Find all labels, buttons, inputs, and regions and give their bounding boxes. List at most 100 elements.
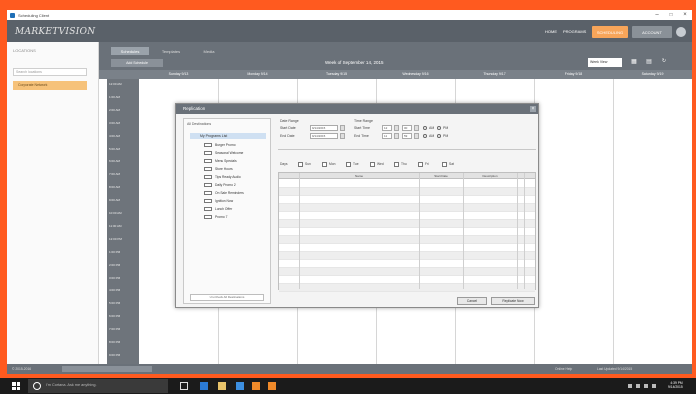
end-hour-input[interactable]: 11 [382, 133, 392, 139]
cancel-button[interactable]: Cancel [457, 297, 487, 305]
dialog-close-icon[interactable]: × [530, 106, 536, 112]
close-icon[interactable]: × [678, 10, 692, 20]
start-date-input[interactable]: 9/14/2015 [310, 125, 338, 131]
tree-item-checkbox[interactable] [204, 207, 212, 211]
location-search-input[interactable]: Search locations [13, 68, 87, 76]
grid-row[interactable] [279, 204, 535, 212]
grid-row[interactable] [279, 284, 535, 292]
replicate-now-button[interactable]: Replicate Now [491, 297, 535, 305]
nav-programs[interactable]: PROGRAMS [563, 29, 586, 34]
tree-item[interactable]: Lunch Offer [204, 206, 264, 212]
tree-item-label: Seasonal Welcome [215, 151, 244, 155]
tree-item[interactable]: Seasonal Welcome [204, 150, 264, 156]
grid-row[interactable] [279, 244, 535, 252]
end-minute-input[interactable]: 59 [402, 133, 412, 139]
calendar-icon[interactable] [340, 125, 345, 131]
time-slot-label: 9:00 AM [109, 198, 121, 203]
start-hour-input[interactable]: 12 [382, 125, 392, 131]
grid-row[interactable] [279, 180, 535, 188]
start-am-radio[interactable] [423, 126, 427, 130]
tree-item[interactable]: Store Hours [204, 166, 264, 172]
tree-item-checkbox[interactable] [204, 167, 212, 171]
calendar-icon[interactable]: ▤ [643, 58, 655, 67]
network-icon[interactable] [636, 384, 640, 388]
grid-row[interactable] [279, 236, 535, 244]
tree-item[interactable]: On Sale Reminders [204, 190, 264, 196]
grid-row[interactable] [279, 220, 535, 228]
start-minute-input[interactable]: 00 [402, 125, 412, 131]
day-checkbox[interactable] [394, 162, 399, 167]
tree-item-checkbox[interactable] [204, 151, 212, 155]
tab-media[interactable]: Media [195, 47, 223, 55]
help-link[interactable]: Online Help [555, 367, 572, 371]
day-checkbox-label: Mon [329, 162, 336, 166]
end-date-input[interactable]: 9/14/2015 [310, 133, 338, 139]
cortana-icon[interactable] [33, 382, 41, 390]
end-pm-radio[interactable] [437, 134, 441, 138]
start-pm-radio[interactable] [437, 126, 441, 130]
grid-row[interactable] [279, 196, 535, 204]
file-explorer-icon[interactable] [218, 382, 226, 390]
uncheck-all-button[interactable]: Un-Check All Destinations [190, 294, 264, 301]
day-checkbox[interactable] [322, 162, 327, 167]
tray-chevron-icon[interactable] [628, 384, 632, 388]
calendar-icon[interactable] [340, 133, 345, 139]
spinner-icon[interactable] [394, 133, 399, 139]
tree-item[interactable]: Ignition Now [204, 198, 264, 204]
settings-icon[interactable] [676, 27, 686, 37]
am-label: AM [429, 134, 435, 138]
refresh-icon[interactable]: ↻ [657, 58, 671, 67]
volume-icon[interactable] [644, 384, 648, 388]
minimize-icon[interactable]: – [650, 10, 664, 20]
sidebar-item-selected[interactable]: Corporate Network [13, 81, 87, 90]
tree-item-checkbox[interactable] [204, 199, 212, 203]
tab-schedules[interactable]: Schedules [111, 47, 149, 55]
tree-item[interactable]: Daily Promo 2 [204, 182, 264, 188]
app-taskbar-icon-2[interactable] [268, 382, 276, 390]
taskbar-clock[interactable]: 4:39 PM 9/14/2015 [668, 381, 683, 389]
tree-item-checkbox[interactable] [204, 143, 212, 147]
status-field [62, 366, 152, 372]
windows-start-icon[interactable] [12, 382, 20, 390]
grid-row[interactable] [279, 260, 535, 268]
day-checkbox[interactable] [298, 162, 303, 167]
day-checkbox[interactable] [442, 162, 447, 167]
grid-row[interactable] [279, 228, 535, 236]
tree-item[interactable]: Promo 7 [204, 214, 264, 220]
tree-item-checkbox[interactable] [204, 191, 212, 195]
end-am-radio[interactable] [423, 134, 427, 138]
tree-item-checkbox[interactable] [204, 175, 212, 179]
day-checkbox[interactable] [346, 162, 351, 167]
add-schedule-button[interactable]: Add Schedule [111, 59, 163, 67]
spinner-icon[interactable] [394, 125, 399, 131]
store-icon[interactable] [236, 382, 244, 390]
notification-icon[interactable] [652, 384, 656, 388]
app-taskbar-icon[interactable] [252, 382, 260, 390]
nav-home[interactable]: HOME [545, 29, 557, 34]
tree-item[interactable]: Menu Specials [204, 158, 264, 164]
day-checkbox[interactable] [418, 162, 423, 167]
spinner-icon[interactable] [414, 125, 419, 131]
tree-item-checkbox[interactable] [204, 183, 212, 187]
grid-row[interactable] [279, 268, 535, 276]
tree-item-checkbox[interactable] [204, 159, 212, 163]
tree-item[interactable]: Burger Promo [204, 142, 264, 148]
view-select[interactable]: Week View [588, 58, 622, 67]
task-view-icon[interactable] [180, 382, 188, 390]
grid-icon[interactable]: ▦ [627, 58, 641, 67]
grid-row[interactable] [279, 212, 535, 220]
edge-icon[interactable] [200, 382, 208, 390]
tab-templates[interactable]: Templates [153, 47, 189, 55]
spinner-icon[interactable] [414, 133, 419, 139]
account-button[interactable]: ACCOUNT [632, 26, 672, 38]
day-checkbox[interactable] [370, 162, 375, 167]
scheduling-button[interactable]: SCHEDULING [592, 26, 628, 38]
toolbar: Schedules Templates Media Add Schedule W… [99, 42, 692, 70]
maximize-icon[interactable]: □ [664, 10, 678, 20]
grid-row[interactable] [279, 276, 535, 284]
tree-item-checkbox[interactable] [204, 215, 212, 219]
tree-root[interactable]: My Programs List [190, 133, 266, 139]
grid-row[interactable] [279, 188, 535, 196]
grid-row[interactable] [279, 252, 535, 260]
tree-item[interactable]: Tips Ready Audio [204, 174, 264, 180]
